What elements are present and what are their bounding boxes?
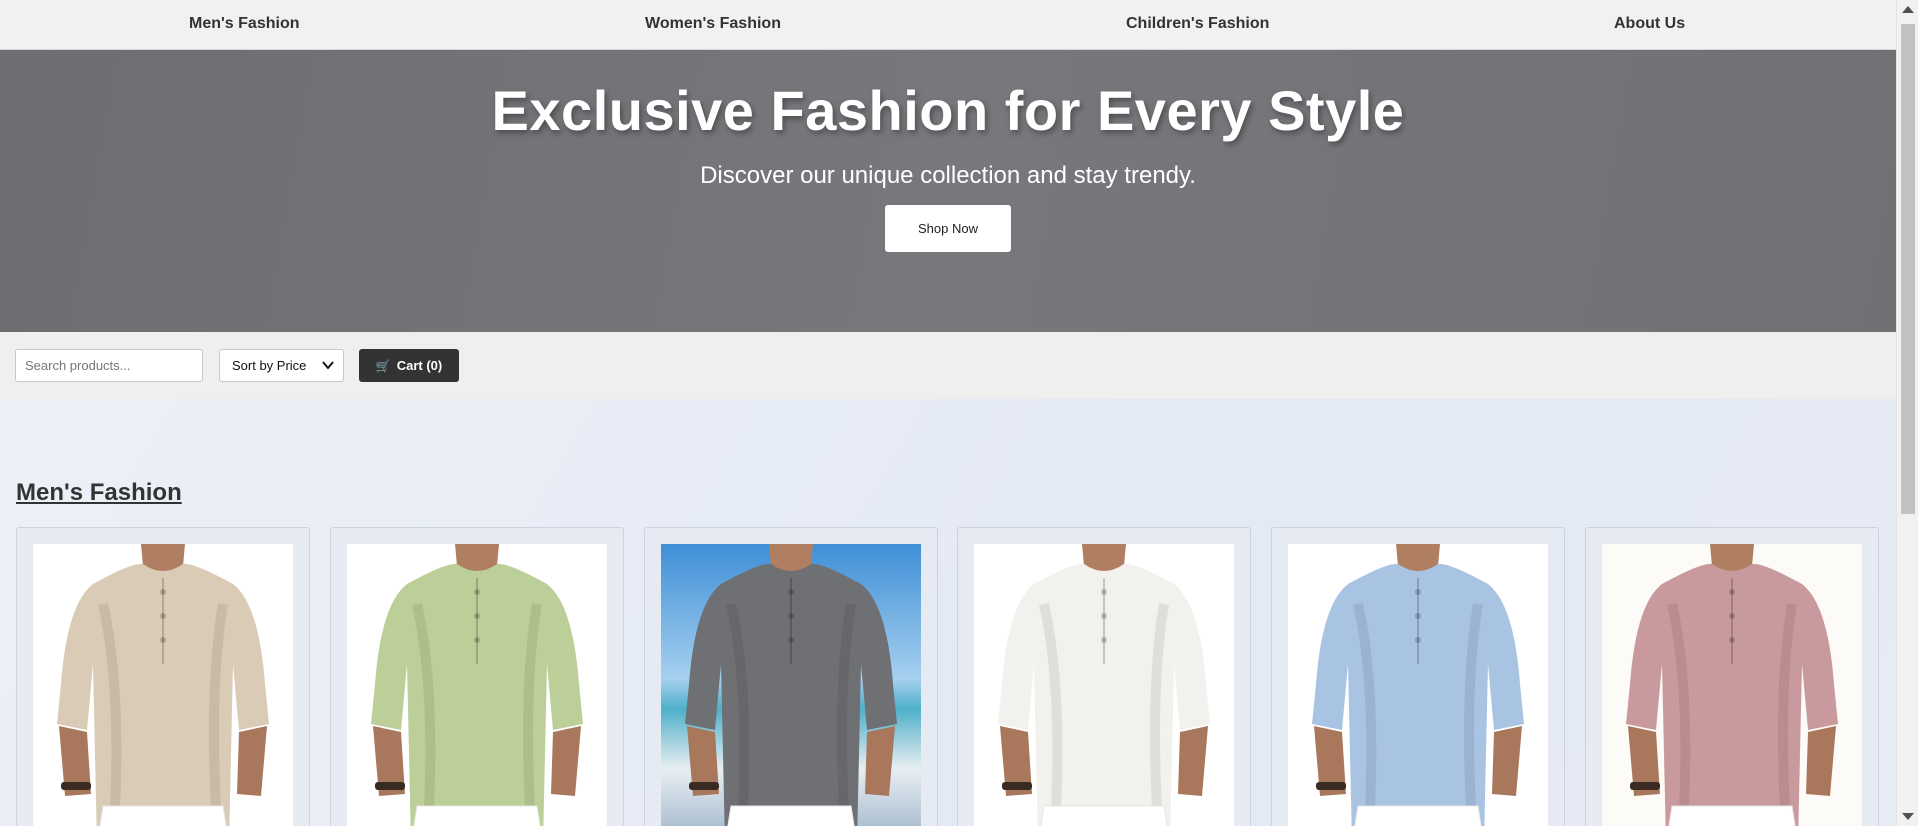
product-card[interactable] (1271, 527, 1565, 826)
product-image[interactable] (33, 544, 293, 826)
hero-title: Exclusive Fashion for Every Style (491, 79, 1405, 142)
scrollbar-thumb[interactable] (1901, 24, 1915, 514)
product-image[interactable] (347, 544, 607, 826)
nav-mens-fashion[interactable]: Men's Fashion (189, 0, 299, 50)
product-card[interactable] (330, 527, 624, 826)
nav-about-us[interactable]: About Us (1614, 0, 1685, 50)
cart-icon: 🛒 (375, 359, 391, 373)
gray-henley-shirt-beach (661, 544, 921, 826)
chevron-down-icon (322, 361, 334, 370)
light-blue-henley-shirt (1288, 544, 1548, 826)
scroll-down-arrow-icon[interactable] (1902, 813, 1914, 820)
product-card[interactable] (16, 527, 310, 826)
cart-button[interactable]: 🛒 Cart (0) (359, 349, 459, 382)
sort-select[interactable]: Sort by Price (219, 349, 344, 382)
white-henley-shirt (974, 544, 1234, 826)
controls-bar: Sort by Price 🛒 Cart (0) (0, 332, 1896, 399)
product-card[interactable] (644, 527, 938, 826)
cart-label: Cart (0) (396, 358, 443, 373)
scroll-up-arrow-icon[interactable] (1902, 6, 1914, 13)
pink-henley-shirt (1602, 544, 1862, 826)
green-henley-shirt (347, 544, 607, 826)
vertical-scrollbar[interactable] (1896, 0, 1918, 826)
sort-select-label: Sort by Price (232, 358, 307, 373)
beige-henley-shirt (33, 544, 293, 826)
page: Men's Fashion Women's Fashion Children's… (0, 0, 1896, 826)
nav-childrens-fashion[interactable]: Children's Fashion (1126, 0, 1269, 50)
top-nav: Men's Fashion Women's Fashion Children's… (0, 0, 1896, 50)
nav-womens-fashion[interactable]: Women's Fashion (645, 0, 781, 50)
product-image[interactable] (1288, 544, 1548, 826)
product-card[interactable] (957, 527, 1251, 826)
product-card[interactable] (1585, 527, 1879, 826)
shop-now-button[interactable]: Shop Now (885, 205, 1011, 252)
product-image[interactable] (1602, 544, 1862, 826)
product-section: Men's Fashion (0, 399, 1896, 826)
section-title: Men's Fashion (16, 479, 182, 506)
hero-banner: Exclusive Fashion for Every Style Discov… (0, 50, 1896, 332)
search-input[interactable] (15, 349, 203, 382)
product-image[interactable] (661, 544, 921, 826)
hero-subtitle: Discover our unique collection and stay … (700, 162, 1196, 189)
product-image[interactable] (974, 544, 1234, 826)
